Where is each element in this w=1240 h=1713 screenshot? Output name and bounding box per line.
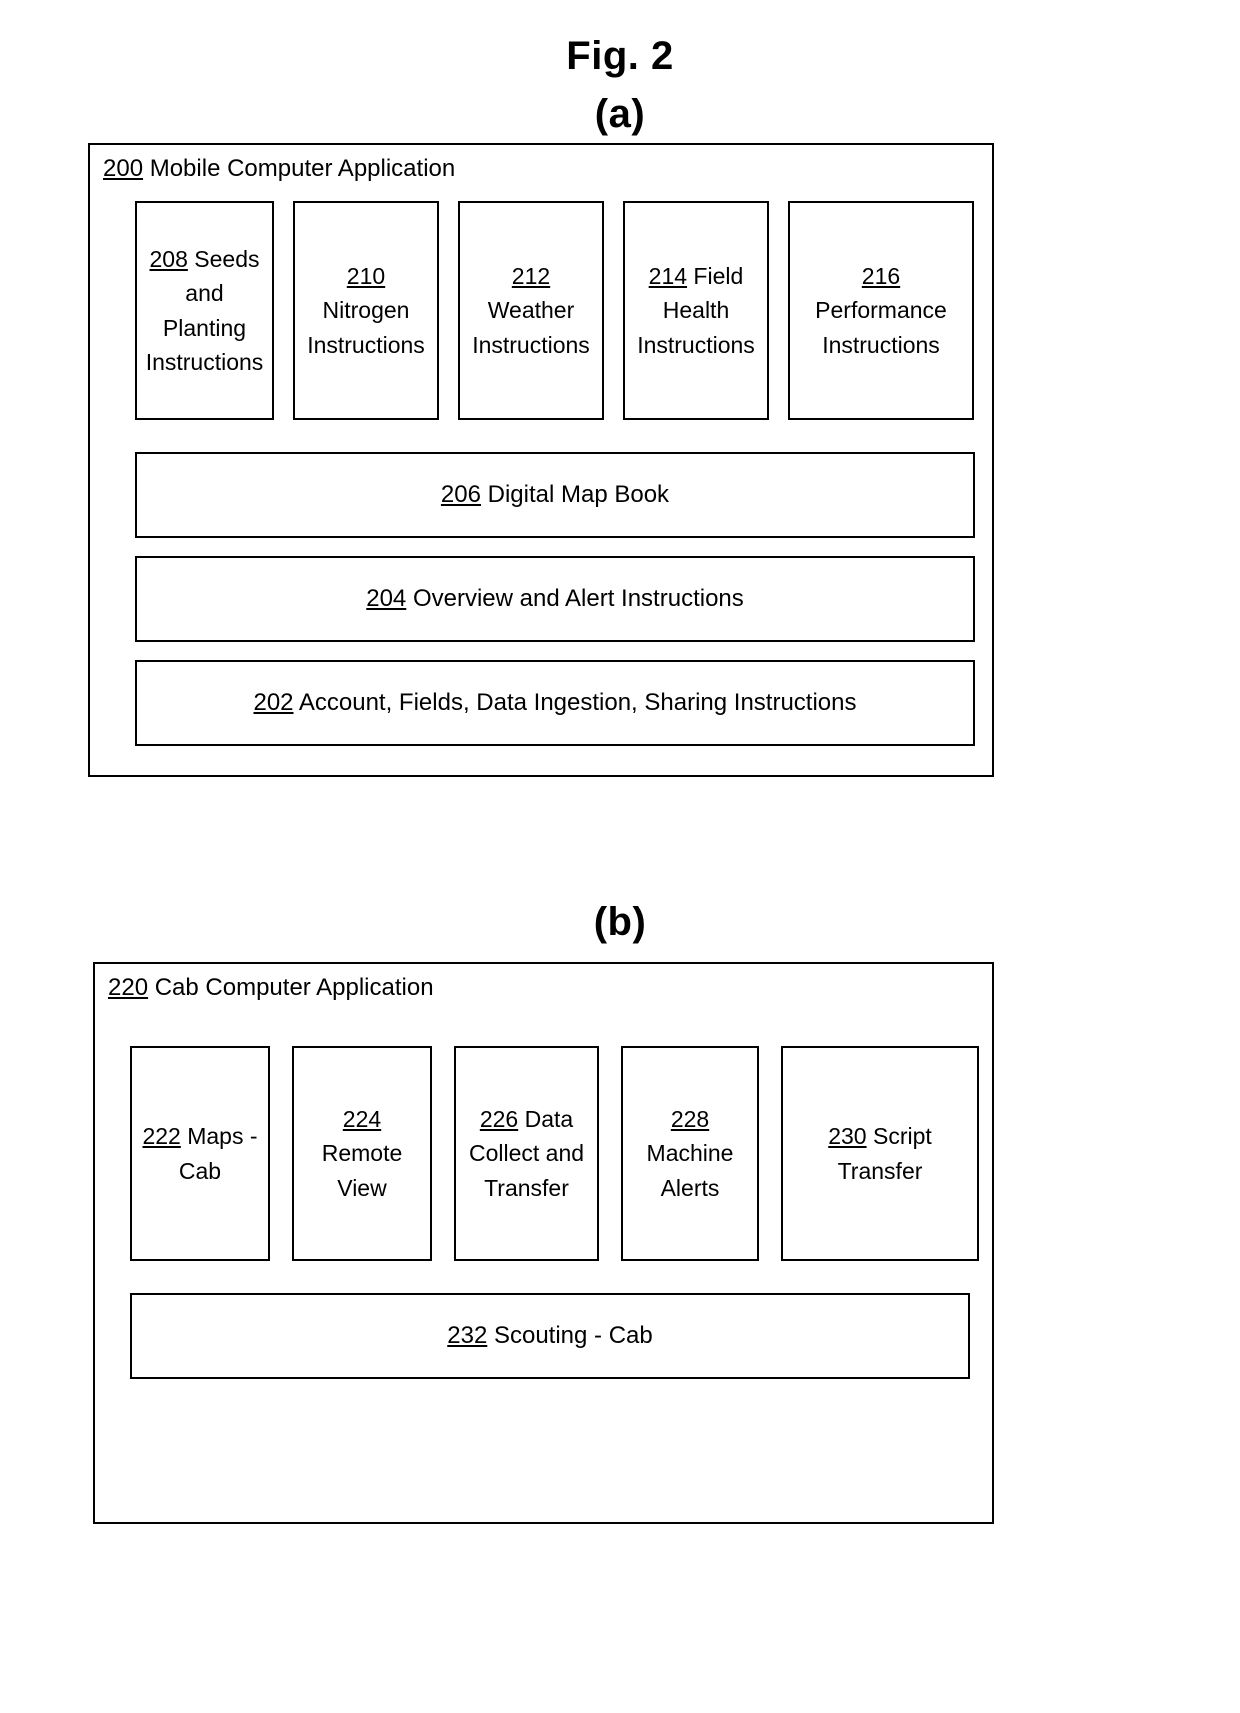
- module-box-210-text: 210 Nitrogen Instructions: [307, 259, 425, 363]
- bar-overview-and-alert-instructions[interactable]: 204 Overview and Alert Instructions: [135, 556, 975, 642]
- module-228-ref: 228: [670, 1105, 710, 1132]
- module-212-ref: 212: [511, 262, 551, 289]
- module-box-212-text: 212 Weather Instructions: [472, 259, 590, 363]
- module-box-remote-view[interactable]: 224 Remote View: [292, 1046, 432, 1261]
- bar-232-ref: 232: [447, 1322, 488, 1349]
- bar-202-ref: 202: [253, 689, 294, 716]
- module-224-line2: Remote: [321, 1140, 403, 1167]
- module-226-ref: 226: [479, 1105, 519, 1132]
- module-208-line3: Planting: [162, 314, 247, 341]
- module-222-ref: 222: [142, 1123, 181, 1149]
- module-216-ref: 216: [861, 262, 901, 289]
- module-box-data-collect-and-transfer[interactable]: 226 Data Collect and Transfer: [454, 1046, 599, 1261]
- bar-scouting-cab[interactable]: 232 Scouting - Cab: [130, 1293, 970, 1379]
- cab-computer-application-container: 220 Cab Computer Application 222 Maps - …: [93, 962, 994, 1524]
- module-224-line3: View: [337, 1174, 387, 1201]
- module-214-ref: 214: [648, 262, 688, 289]
- module-box-nitrogen-instructions[interactable]: 210 Nitrogen Instructions: [293, 201, 439, 420]
- bar-digital-map-book[interactable]: 206 Digital Map Book: [135, 452, 975, 538]
- cab-app-ref: 220: [108, 974, 149, 1001]
- module-230-ref: 230: [828, 1123, 867, 1149]
- cab-app-title: Cab Computer Application: [154, 974, 434, 1001]
- module-box-script-transfer[interactable]: 230 Script Transfer: [781, 1046, 979, 1261]
- figure-title: Fig. 2: [566, 34, 674, 78]
- mobile-app-ref: 200: [103, 155, 144, 182]
- module-210-ref: 210: [346, 262, 386, 289]
- mobile-app-module-row: 208 Seeds and Planting Instructions 210 …: [135, 201, 975, 420]
- module-box-216-text: 216 Performance Instructions: [815, 259, 947, 363]
- module-210-line3: Instructions: [307, 331, 425, 358]
- bar-204-label: Overview and Alert Instructions: [412, 585, 744, 612]
- cab-app-heading: 220 Cab Computer Application: [108, 974, 434, 1002]
- module-box-seeds-and-planting-instructions[interactable]: 208 Seeds and Planting Instructions: [135, 201, 274, 420]
- figure-part-a-label: (a): [594, 92, 646, 136]
- module-box-226-text: 226 Data Collect and Transfer: [469, 1102, 584, 1206]
- module-box-208-text: 208 Seeds and Planting Instructions: [146, 242, 264, 380]
- module-214-line2: Health: [662, 297, 730, 324]
- module-228-line3: Alerts: [660, 1174, 720, 1201]
- module-box-maps-cab[interactable]: 222 Maps - Cab: [130, 1046, 270, 1261]
- module-216-line2: Performance: [815, 297, 947, 324]
- module-224-ref: 224: [342, 1105, 382, 1132]
- mobile-app-title: Mobile Computer Application: [149, 155, 456, 182]
- bar-232-label: Scouting - Cab: [493, 1322, 653, 1349]
- cab-app-module-row: 222 Maps - Cab 224 Remote View 226 Data …: [130, 1046, 979, 1261]
- module-210-line2: Nitrogen: [322, 297, 410, 324]
- module-208-line1: 208 Seeds: [149, 245, 260, 272]
- module-226-line2: Collect and: [468, 1140, 585, 1167]
- bar-206-label: Digital Map Book: [487, 481, 670, 508]
- module-box-224-text: 224 Remote View: [322, 1102, 403, 1206]
- bar-232-text: 232 Scouting - Cab: [447, 1322, 652, 1350]
- bar-account-fields-data-ingestion-sharing-instructions[interactable]: 202 Account, Fields, Data Ingestion, Sha…: [135, 660, 975, 746]
- bar-204-ref: 204: [366, 585, 407, 612]
- module-box-weather-instructions[interactable]: 212 Weather Instructions: [458, 201, 604, 420]
- module-222-line1: 222 Maps -: [142, 1123, 258, 1149]
- bar-202-text: 202 Account, Fields, Data Ingestion, Sha…: [253, 689, 856, 717]
- module-222-line2: Cab: [178, 1157, 222, 1184]
- module-box-222-text: 222 Maps - Cab: [142, 1119, 257, 1188]
- module-212-line3: Instructions: [472, 331, 590, 358]
- bar-202-label: Account, Fields, Data Ingestion, Sharing…: [298, 689, 857, 716]
- module-216-line3: Instructions: [822, 331, 940, 358]
- module-box-230-text: 230 Script Transfer: [828, 1119, 932, 1188]
- module-208-line4: Instructions: [145, 349, 264, 375]
- module-box-228-text: 228 Machine Alerts: [647, 1102, 734, 1206]
- module-226-line1: 226 Data: [479, 1105, 574, 1132]
- module-212-line2: Weather: [487, 297, 575, 324]
- module-214-line1: 214 Field: [648, 262, 744, 289]
- module-box-performance-instructions[interactable]: 216 Performance Instructions: [788, 201, 974, 420]
- module-230-line1: 230 Script: [828, 1123, 932, 1149]
- module-box-machine-alerts[interactable]: 228 Machine Alerts: [621, 1046, 759, 1261]
- mobile-computer-application-container: 200 Mobile Computer Application 208 Seed…: [88, 143, 994, 777]
- module-208-ref: 208: [149, 245, 188, 272]
- module-228-line2: Machine: [646, 1140, 734, 1167]
- module-box-214-text: 214 Field Health Instructions: [637, 259, 755, 363]
- mobile-app-heading: 200 Mobile Computer Application: [103, 155, 455, 183]
- bar-204-text: 204 Overview and Alert Instructions: [366, 585, 744, 613]
- module-214-line3: Instructions: [637, 331, 755, 358]
- module-208-line2: and: [185, 280, 224, 306]
- module-box-field-health-instructions[interactable]: 214 Field Health Instructions: [623, 201, 769, 420]
- bar-206-ref: 206: [440, 481, 481, 508]
- module-230-line2: Transfer: [837, 1157, 923, 1184]
- figure-part-b-label: (b): [593, 900, 647, 944]
- bar-206-text: 206 Digital Map Book: [441, 481, 669, 509]
- module-226-line3: Transfer: [484, 1174, 569, 1201]
